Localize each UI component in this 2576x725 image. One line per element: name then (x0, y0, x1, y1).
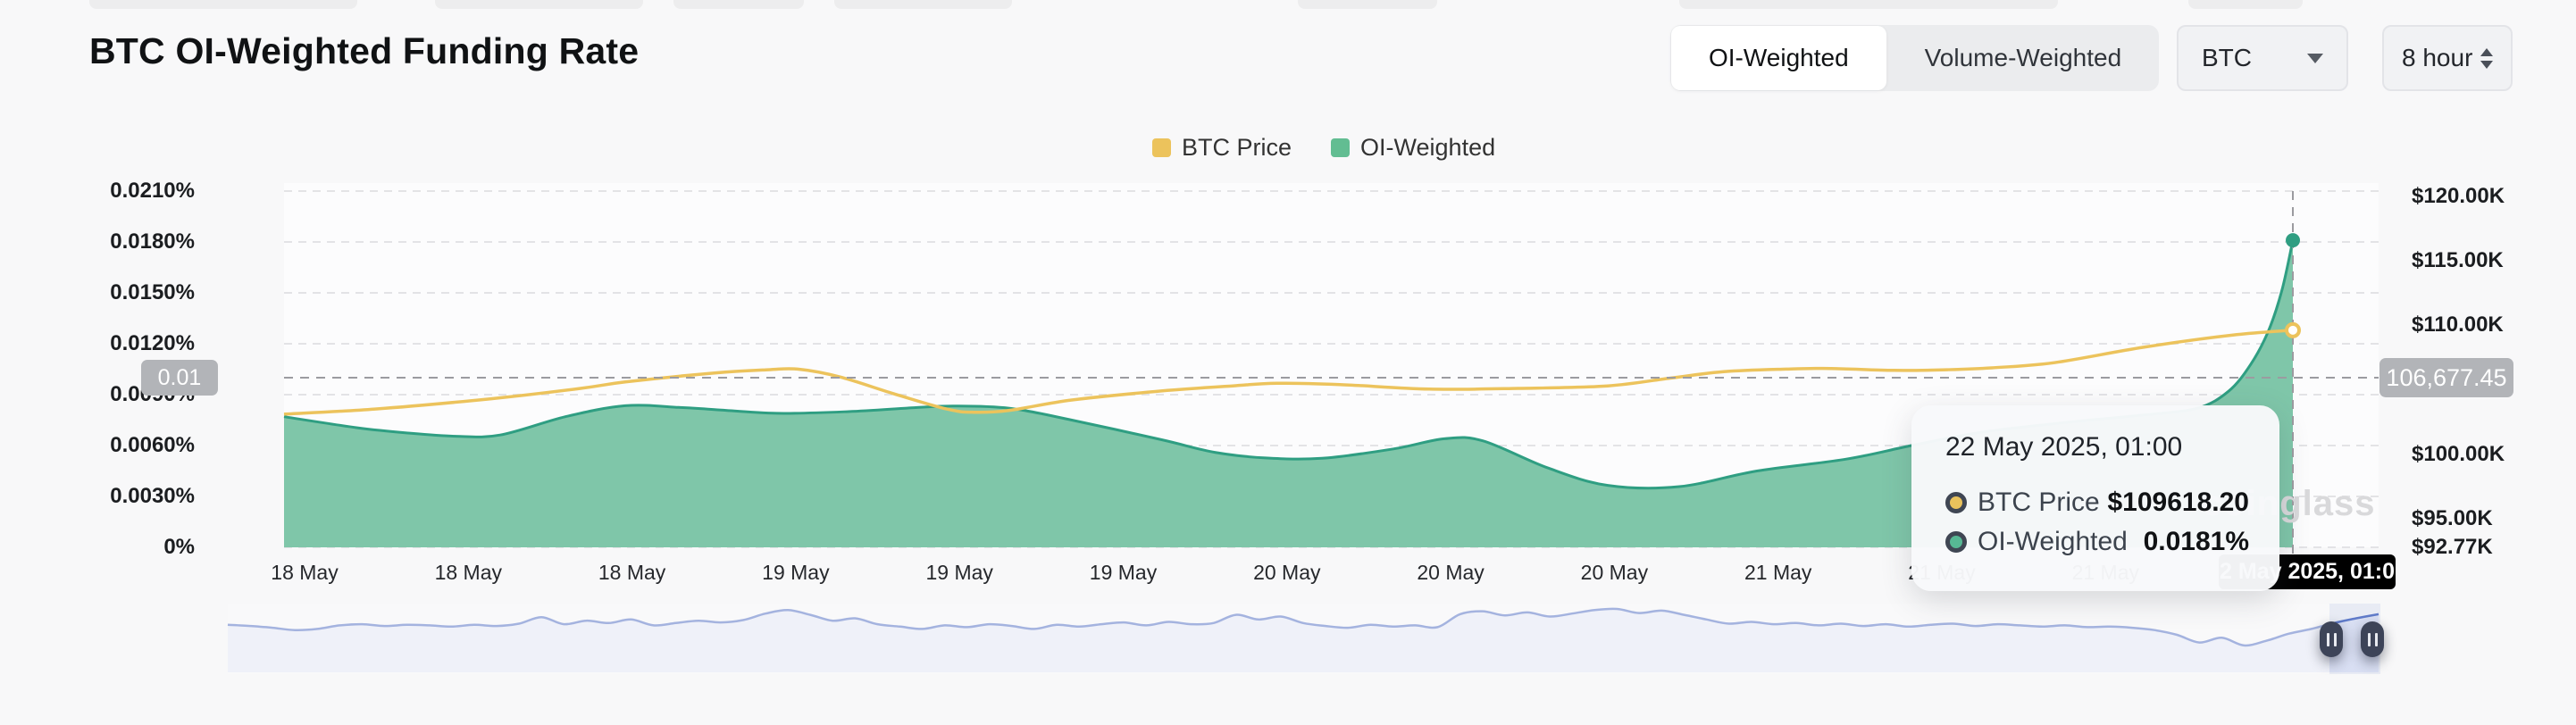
navigator-handle-left[interactable] (2320, 621, 2343, 657)
funding-rate-screen: BTC OI-Weighted Funding Rate OI-Weighted… (0, 0, 2576, 725)
tooltip-label: BTC Price (1978, 488, 2100, 518)
tooltip-row-btc-price: BTC Price $109618.20 (1945, 488, 2249, 518)
tooltip-date: 22 May 2025, 01:00 (1945, 432, 2249, 462)
btc-price-dot-icon (1945, 492, 1967, 513)
chart-tooltip: 22 May 2025, 01:00 BTC Price $109618.20 … (1911, 405, 2279, 591)
tooltip-value: $109618.20 (2108, 488, 2250, 518)
tooltip-value: 0.0181% (2144, 527, 2249, 557)
funding-rate-chart[interactable] (0, 0, 2576, 725)
crosshair-left-axis-badge: 0.01 (141, 360, 218, 396)
crosshair-right-axis-badge: 106,677.45 (2379, 358, 2513, 397)
tooltip-label: OI-Weighted (1978, 527, 2128, 557)
tooltip-row-oi-weighted: OI-Weighted 0.0181% (1945, 527, 2249, 557)
navigator-handle-right[interactable] (2361, 621, 2384, 657)
oi-weighted-dot-icon (1945, 531, 1967, 553)
